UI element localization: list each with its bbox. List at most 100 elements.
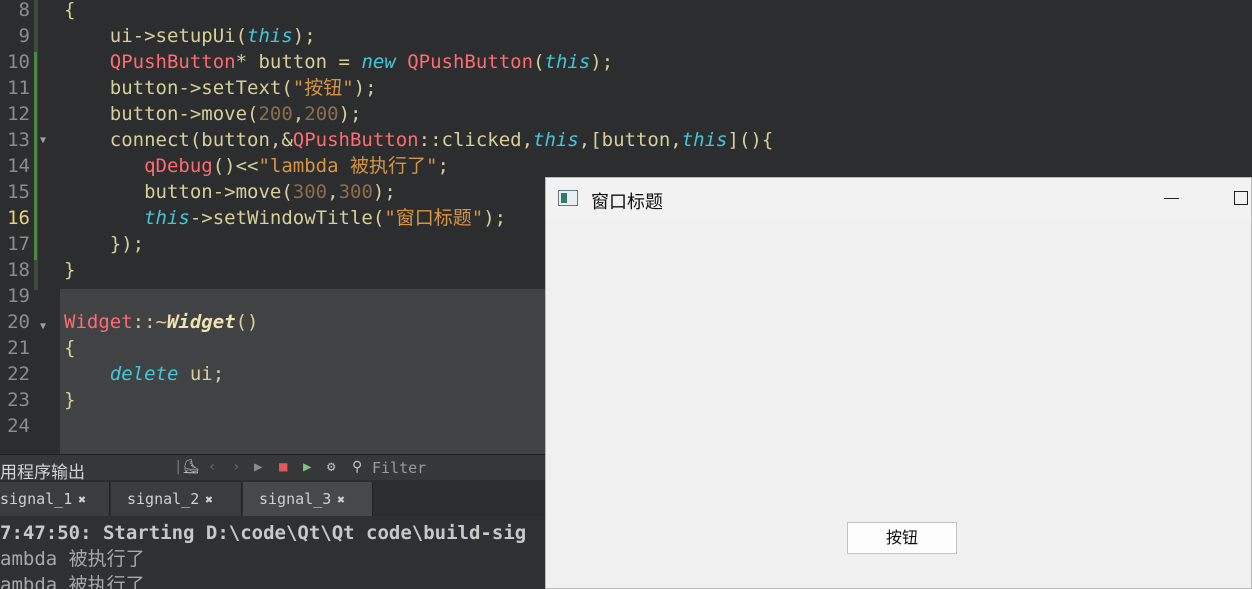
change-marker [34,52,37,78]
code-token: ); [483,207,507,229]
app-window-icon [558,190,578,206]
code-token: ui; [178,363,225,385]
code-token: ,[button, [578,129,682,151]
fold-arrow-icon[interactable]: ▼ [40,128,46,154]
output-line: 7:47:50: Starting D:\code\Qt\Qt code\bui… [0,522,527,544]
code-token: } [64,259,76,281]
next-icon[interactable]: › [232,459,240,475]
code-token: this [144,207,190,229]
output-text[interactable]: 7:47:50: Starting D:\code\Qt\Qt code\bui… [0,520,546,589]
tab-label: signal_1 [0,490,73,508]
minimize-icon[interactable] [1164,198,1179,199]
code-line: } [64,257,75,283]
code-token: "窗口标题" [384,207,484,229]
line-number: 14 [7,155,30,177]
line-number-gutter: 8 9 10 11 12 13 14 15 16 17 18 19 20 21 22 23 24 [0,0,34,454]
settings-gear-icon[interactable]: ⚙ [327,459,335,475]
fold-margin [34,0,60,454]
line-number: 8 [18,0,30,21]
code-token: this [544,51,591,73]
previous-icon[interactable]: ‹ [208,459,216,475]
fold-arrow-icon[interactable]: ▼ [40,314,46,340]
code-token: ); [372,181,396,203]
push-button[interactable]: 按钮 [847,522,957,554]
code-token: 300 [338,181,373,203]
line-number: 15 [7,181,30,203]
code-token: "按钮" [292,77,354,99]
close-tab-icon[interactable]: ✖ [337,493,345,508]
code-token: * button = [235,51,362,73]
code-token: ); [353,77,377,99]
run-icon[interactable]: ▶ [254,459,262,475]
line-number: 24 [7,415,30,437]
code-token: QPushButton [109,51,236,73]
attach-debugger-icon[interactable]: ▶ [303,459,311,475]
code-line: this->setWindowTitle("窗口标题"); [64,205,506,231]
line-number: 21 [7,337,30,359]
code-token: QPushButton [292,129,419,151]
line-number: 20 [7,311,30,333]
code-token: qDebug [144,155,213,177]
code-token: ::~ [132,311,167,333]
code-token: this [533,129,579,151]
code-token: button->setText( [64,77,293,99]
line-number: 10 [7,51,30,73]
change-marker [34,182,37,208]
change-marker [34,104,37,130]
code-token: ; [437,155,449,177]
line-number: 19 [7,285,30,307]
maximize-icon[interactable] [1234,191,1248,205]
tab-signal-1[interactable]: signal_1 ✖ [0,482,110,516]
code-token: } [64,389,76,411]
code-token: new [361,51,396,73]
code-token: ); [292,25,316,47]
tab-label: signal_3 [259,490,332,508]
tab-signal-3[interactable]: signal_3 ✖ [243,482,373,516]
code-token: Widget [64,311,133,333]
code-token: this [681,129,728,151]
filter-input[interactable]: Filter [372,459,426,477]
code-line: } [64,387,75,413]
close-tab-icon[interactable]: ✖ [78,493,86,508]
tab-signal-2[interactable]: signal_2 ✖ [111,482,242,516]
window-title-bar[interactable]: 窗口标题 [546,178,1251,221]
stop-icon[interactable]: ■ [279,459,287,475]
tab-label: signal_2 [127,490,200,508]
change-marker [34,130,37,156]
code-line: { [64,0,75,23]
code-token: , [292,103,305,125]
code-line: Widget::~Widget() [64,309,259,335]
window-title: 窗口标题 [591,192,663,213]
code-token: "lambda 被执行了" [258,155,438,177]
code-token: 200 [304,103,339,125]
code-token: ::clicked, [418,129,534,151]
change-marker [34,208,37,234]
line-number: 11 [7,77,30,99]
line-number: 18 [7,259,30,281]
line-number: 23 [7,389,30,411]
line-number: 22 [7,363,30,385]
code-token: }); [64,233,145,255]
code-token: ui->setupUi( [64,25,248,47]
code-line: ui->setupUi(this); [64,23,316,49]
clear-output-icon[interactable]: ⛸ [182,459,200,475]
code-token: () [235,311,259,333]
code-token: , [327,181,339,203]
code-token: 200 [258,103,293,125]
line-number: 13 [7,129,30,151]
code-line: button->move(200,200); [64,101,362,127]
line-number: 17 [7,233,30,255]
code-token: { [64,0,76,21]
code-line: { [64,335,75,361]
code-line: QPushButton* button = new QPushButton(th… [64,49,613,75]
code-token: connect(button,& [64,129,293,151]
change-marker [34,234,37,260]
code-token: { [64,337,76,359]
qt-widget-window: 窗口标题 按钮 [545,177,1252,589]
code-line: delete ui; [64,361,224,387]
close-tab-icon[interactable]: ✖ [205,493,213,508]
line-number: 12 [7,103,30,125]
code-token: delete [109,363,179,385]
